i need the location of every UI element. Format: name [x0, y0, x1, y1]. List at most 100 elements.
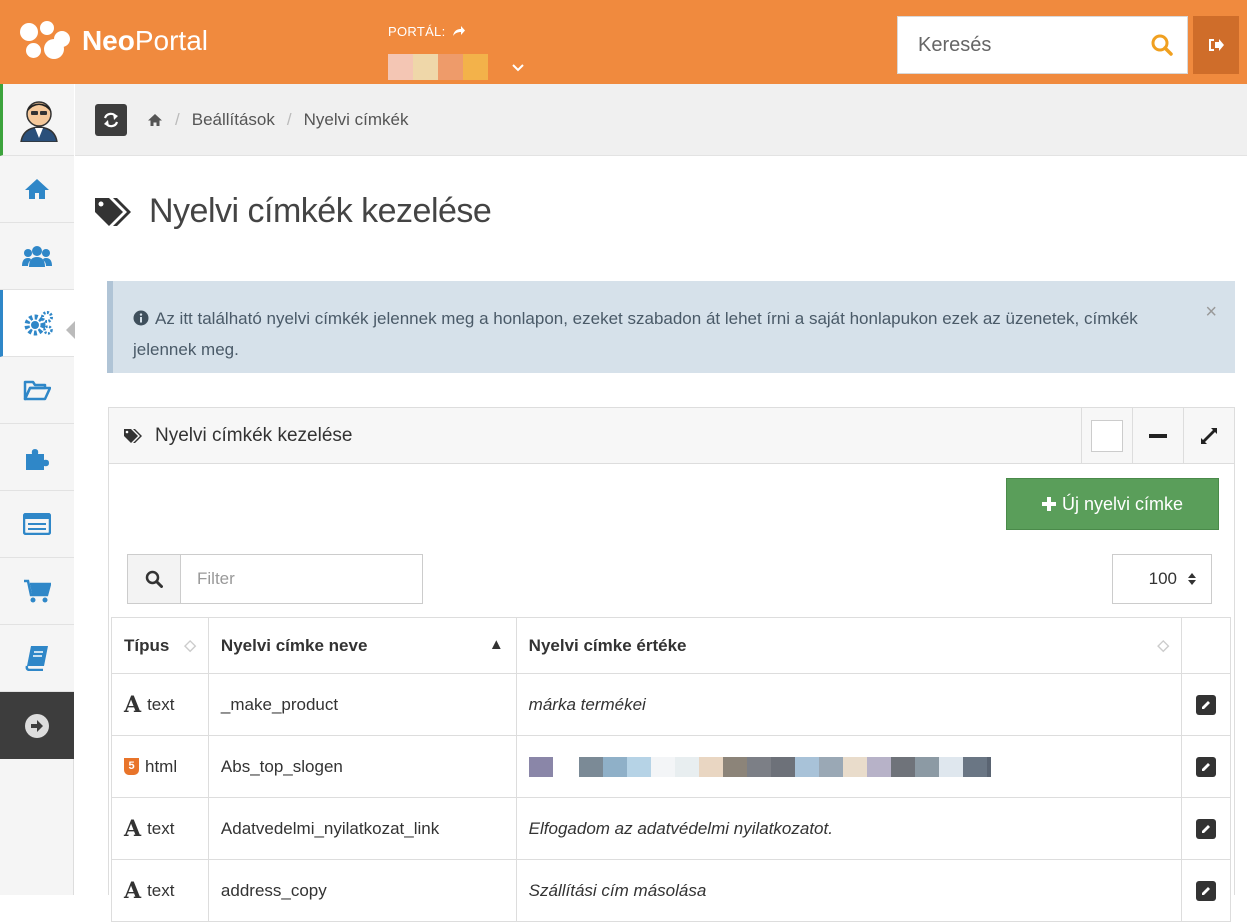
sort-icon: ◇	[184, 636, 196, 654]
color-swatch	[1091, 419, 1123, 452]
action-cell	[1181, 797, 1231, 860]
table-row: Atext _make_product márka termékei	[111, 673, 1231, 736]
page-size-value: 100	[1148, 569, 1177, 588]
panel-title: Nyelvi címkék kezelése	[123, 425, 352, 447]
name-cell: _make_product	[207, 673, 517, 736]
breadcrumb-item-language-labels: Nyelvi címkék	[303, 109, 409, 129]
breadcrumb-item-settings[interactable]: Beállítások	[192, 110, 275, 130]
share-icon	[453, 26, 466, 36]
page-title: Nyelvi címkék kezelése	[93, 192, 492, 231]
new-label-button[interactable]: Új nyelvi címke	[1006, 478, 1219, 530]
sort-updown-icon	[1188, 573, 1196, 585]
text-type-icon: A	[124, 815, 142, 842]
edit-button[interactable]	[1196, 756, 1216, 777]
sidebar-item-docs[interactable]	[0, 625, 74, 692]
value-cell-redacted	[515, 735, 1183, 798]
html5-icon: 5	[124, 758, 139, 775]
edit-button[interactable]	[1196, 818, 1216, 839]
logo-icon	[18, 19, 76, 63]
labels-table: Típus ◇ Nyelvi címke neve ▲ Nyelvi címke é…	[111, 617, 1231, 922]
search-input[interactable]: Keresés	[898, 34, 1137, 57]
panel-color-button[interactable]	[1081, 408, 1132, 463]
breadcrumb-separator: /	[286, 109, 292, 129]
portal-label: PORTÁL:	[388, 24, 446, 39]
column-header-value[interactable]: Nyelvi címke értéke ◇	[515, 617, 1183, 674]
user-avatar[interactable]	[0, 84, 74, 156]
breadcrumb: / Beállítások / Nyelvi címkék	[147, 110, 409, 130]
folder-open-icon	[23, 380, 51, 401]
sidebar-item-home[interactable]	[0, 156, 74, 223]
value-cell: Elfogadom az adatvédelmi nyilatkozatot.	[515, 797, 1183, 860]
filter-group: Filter	[127, 554, 423, 604]
sort-icon: ◇	[1157, 636, 1169, 654]
type-cell: Atext	[111, 859, 209, 922]
portal-thumbnail	[388, 54, 488, 80]
edit-button[interactable]	[1196, 694, 1216, 715]
info-icon	[133, 310, 149, 326]
page-size-select[interactable]: 100	[1112, 554, 1212, 604]
sidebar-item-modules[interactable]	[0, 424, 74, 491]
active-caret	[66, 321, 75, 339]
chevron-down-icon	[512, 64, 524, 72]
portal-selector[interactable]: PORTÁL:	[388, 24, 524, 80]
table-row: Atext address_copy Szállítási cím másolá…	[111, 859, 1231, 922]
filter-search-button[interactable]	[127, 554, 181, 604]
name-cell: Abs_top_slogen	[207, 735, 517, 798]
value-cell: márka termékei	[515, 673, 1183, 736]
puzzle-icon	[26, 449, 49, 470]
sidebar-item-lists[interactable]	[0, 491, 74, 558]
logout-icon	[1209, 39, 1224, 51]
edit-button[interactable]	[1196, 880, 1216, 901]
home-icon	[25, 179, 49, 199]
sidebar-expand-button[interactable]	[0, 692, 74, 759]
sidebar	[0, 84, 75, 895]
table-row: Atext Adatvedelmi_nyilatkozat_link Elfog…	[111, 797, 1231, 860]
minus-icon	[1149, 433, 1167, 438]
alert-close-button[interactable]: ×	[1205, 301, 1217, 324]
search-box[interactable]: Keresés	[897, 16, 1188, 74]
brand-name: NeoPortal	[81, 25, 208, 56]
panel-minimize-button[interactable]	[1132, 408, 1183, 463]
alert-message: Az itt található nyelvi címkék jelennek …	[133, 309, 1138, 359]
info-alert: Az itt található nyelvi címkék jelennek …	[107, 281, 1235, 373]
pencil-icon	[1202, 700, 1210, 709]
search-icon	[145, 570, 163, 588]
logout-button[interactable]	[1193, 16, 1239, 74]
list-icon	[23, 513, 51, 535]
home-icon[interactable]	[147, 113, 163, 127]
user-icon	[19, 100, 58, 142]
arrow-circle-right-icon	[25, 713, 49, 738]
sidebar-item-files[interactable]	[0, 357, 74, 424]
table-row: 5 html Abs_top_slogen	[111, 735, 1231, 798]
logo[interactable]: NeoPortal	[18, 16, 208, 66]
type-cell: Atext	[111, 673, 209, 736]
action-cell	[1181, 735, 1231, 798]
cart-icon	[24, 579, 51, 603]
breadcrumb-separator: /	[175, 109, 180, 129]
column-header-actions	[1181, 617, 1231, 674]
column-header-type[interactable]: Típus ◇	[111, 617, 209, 674]
pencil-icon	[1202, 824, 1210, 833]
panel-fullscreen-button[interactable]	[1183, 408, 1234, 463]
value-cell: Szállítási cím másolása	[515, 859, 1183, 922]
book-icon	[25, 646, 48, 671]
action-cell	[1181, 859, 1231, 922]
type-cell: Atext	[111, 797, 209, 860]
tag-icon	[124, 428, 142, 443]
text-type-icon: A	[124, 691, 142, 718]
filter-input[interactable]: Filter	[181, 554, 423, 604]
sidebar-item-shop[interactable]	[0, 558, 74, 625]
action-cell	[1181, 673, 1231, 736]
panel-header: Nyelvi címkék kezelése	[109, 408, 1234, 464]
search-icon[interactable]	[1137, 34, 1187, 56]
refresh-button[interactable]	[95, 103, 127, 136]
sidebar-item-settings[interactable]	[0, 290, 74, 357]
redacted-value	[528, 756, 1169, 777]
table-header-row: Típus ◇ Nyelvi címke neve ▲ Nyelvi címke é…	[111, 617, 1231, 674]
sort-asc-icon: ▲	[488, 635, 504, 653]
pencil-icon	[1202, 762, 1210, 771]
users-icon	[22, 246, 52, 267]
column-header-name[interactable]: Nyelvi címke neve ▲	[207, 617, 517, 674]
sidebar-item-users[interactable]	[0, 223, 74, 290]
refresh-icon	[103, 112, 119, 127]
